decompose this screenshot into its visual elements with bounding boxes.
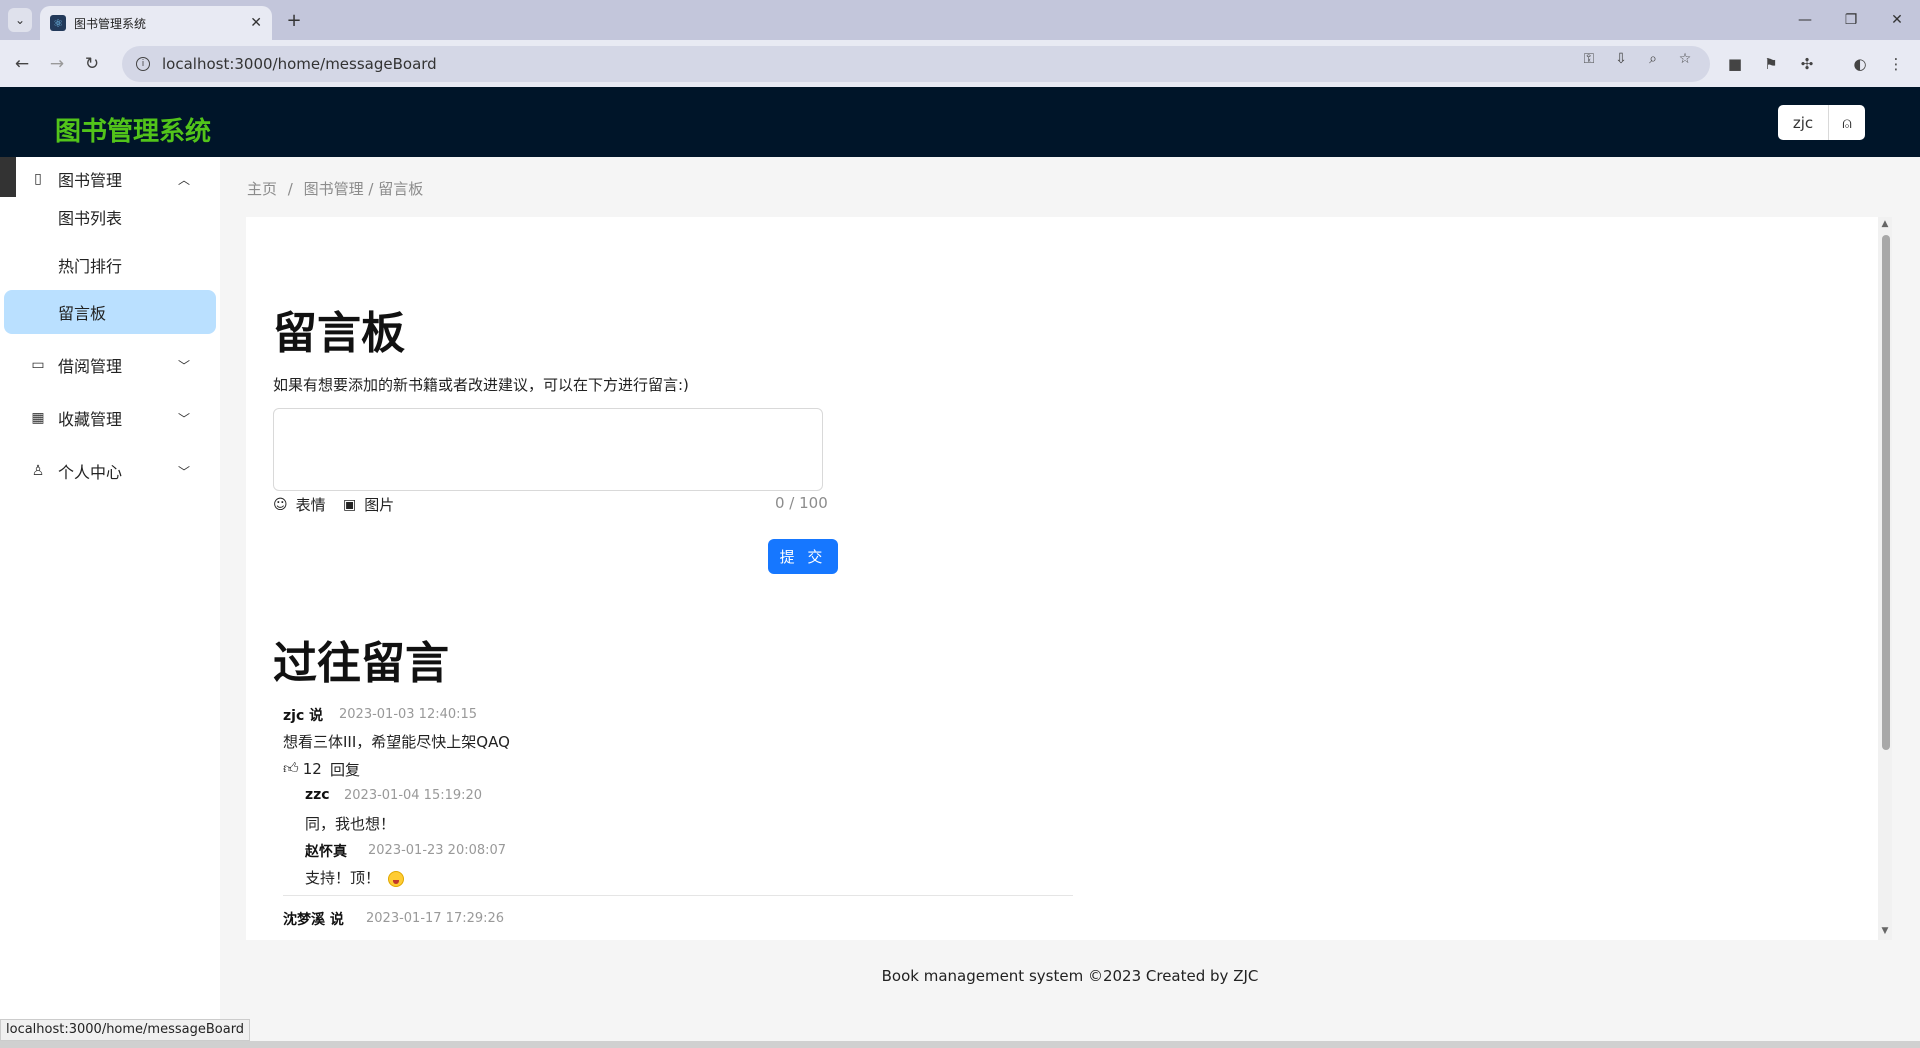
close-window-icon[interactable]: ✕	[1882, 8, 1912, 32]
reply-text: 同，我也想！	[305, 815, 396, 833]
scrollbar-thumb[interactable]	[1882, 235, 1890, 750]
scroll-down-icon[interactable]: ▼	[1879, 926, 1891, 936]
new-tab-icon[interactable]: +	[282, 8, 306, 32]
char-counter: 0 / 100	[775, 494, 828, 512]
address-bar[interactable]: i localhost:3000/home/messageBoard	[122, 46, 1710, 82]
user-box[interactable]: zjc ⍝	[1778, 105, 1865, 140]
laptop-icon: ▭	[31, 357, 45, 373]
sidebar-item-label: 图书管理	[58, 171, 123, 190]
reply-time: 2023-01-04 15:19:20	[344, 788, 483, 803]
footer-text: Book management system ©2023 Created by …	[881, 967, 1259, 985]
sidebar-item-hot-ranking[interactable]: 热门排行	[4, 243, 216, 287]
message-input[interactable]	[273, 408, 823, 491]
reply-text-row: 支持！顶！	[305, 867, 405, 888]
restore-icon[interactable]: ❐	[1836, 8, 1866, 32]
comment-time: 2023-01-03 12:40:15	[339, 707, 478, 722]
sidebar-item-label: 个人中心	[58, 463, 123, 482]
breadcrumb-path: 图书管理 / 留言板	[303, 180, 424, 198]
browser-tabstrip: ⌄ ⚛ 图书管理系统 ✕ + — ❐ ✕	[0, 0, 1920, 40]
sidebar-item-favorites[interactable]: ▦ 收藏管理 ﹀	[0, 396, 220, 440]
user-icon[interactable]: ⍝	[1829, 105, 1865, 140]
minimize-icon[interactable]: —	[1790, 8, 1820, 32]
sidebar-item-message-board[interactable]: 留言板	[4, 290, 216, 334]
reply-button[interactable]: 回复	[330, 759, 360, 780]
site-info-icon[interactable]: i	[136, 57, 150, 71]
emoji-label: 表情	[295, 496, 326, 514]
laughing-emoji-icon	[388, 870, 405, 887]
comment-divider	[283, 895, 1073, 896]
tab-title: 图书管理系统	[74, 16, 147, 31]
page-title: 留言板	[273, 308, 405, 359]
comment-author: zjc 说	[283, 708, 324, 724]
extensions-puzzle-icon[interactable]: ✣	[1795, 52, 1819, 76]
past-messages-title: 过往留言	[273, 638, 449, 689]
tab-close-icon[interactable]: ✕	[250, 15, 262, 31]
profile-avatar-icon[interactable]: ◐	[1848, 52, 1872, 76]
bookmark-star-icon[interactable]: ☆	[1674, 48, 1696, 70]
book-icon: ▯	[34, 171, 42, 187]
sidebar-item-label: 留言板	[58, 304, 107, 323]
browser-toolbar: ← → ↻ i localhost:3000/home/messageBoard…	[0, 40, 1920, 87]
forward-icon[interactable]: →	[43, 50, 71, 78]
sidebar-item-borrow-management[interactable]: ▭ 借阅管理 ﹀	[0, 343, 220, 387]
image-label: 图片	[364, 496, 395, 514]
emoji-button[interactable]: ☺ 表情	[273, 494, 326, 515]
sidebar: ▯ 图书管理 ︿ 图书列表 热门排行 留言板 ▭ 借阅管理 ﹀ ▦ 收藏管理 ﹀…	[0, 157, 220, 1033]
app-logo: 图书管理系统	[55, 117, 212, 147]
comment-author: 沈梦溪 说	[283, 912, 344, 928]
breadcrumb-home[interactable]: 主页	[247, 180, 277, 198]
reply-text: 支持！顶！	[305, 869, 381, 887]
breadcrumb-separator: /	[287, 180, 293, 198]
smile-icon: ☺	[273, 496, 288, 513]
extension-icon[interactable]: ■	[1723, 52, 1747, 76]
chevron-up-icon: ︿	[178, 172, 191, 187]
like-button[interactable]: 👍︎ 12	[283, 759, 322, 778]
reply-author: 赵怀真	[305, 844, 347, 860]
reload-icon[interactable]: ↻	[78, 50, 106, 78]
comment-time: 2023-01-17 17:29:26	[366, 911, 505, 926]
user-icon: ♙	[31, 463, 45, 479]
chevron-down-icon: ﹀	[178, 358, 191, 373]
message-board-panel: 留言板 如果有想要添加的新书籍或者改进建议，可以在下方进行留言:) ☺ 表情 ▣…	[246, 217, 1880, 940]
sidebar-item-label: 热门排行	[58, 257, 123, 276]
status-bar-url: localhost:3000/home/messageBoard	[0, 1019, 251, 1041]
sidebar-item-profile[interactable]: ♙ 个人中心 ﹀	[0, 449, 220, 493]
zoom-icon[interactable]: ⌕	[1642, 48, 1664, 70]
browser-tab[interactable]: ⚛ 图书管理系统 ✕	[40, 6, 272, 40]
reply-author: zzc	[305, 787, 330, 803]
intro-text: 如果有想要添加的新书籍或者改进建议，可以在下方进行留言:)	[273, 376, 689, 394]
image-button[interactable]: ▣ 图片	[343, 494, 394, 515]
app-header: 图书管理系统 zjc ⍝	[0, 87, 1920, 157]
sidebar-item-label: 收藏管理	[58, 410, 123, 429]
tab-search-icon[interactable]: ⌄	[8, 8, 32, 32]
reply-time: 2023-01-23 20:08:07	[368, 843, 507, 858]
reading-list-icon[interactable]: ⚑	[1759, 52, 1783, 76]
submit-button[interactable]: 提 交	[768, 539, 838, 574]
address-url: localhost:3000/home/messageBoard	[162, 55, 437, 73]
image-icon: ▣	[343, 496, 357, 513]
thumbs-up-icon: 👍︎	[283, 759, 299, 777]
chevron-down-icon: ﹀	[178, 464, 191, 479]
sidebar-item-label: 图书列表	[58, 209, 123, 228]
install-app-icon[interactable]: ⇩	[1610, 48, 1632, 70]
sidebar-item-book-list[interactable]: 图书列表	[4, 195, 216, 239]
browser-menu-icon[interactable]: ⋮	[1884, 52, 1908, 76]
password-key-icon[interactable]: ⚿	[1578, 48, 1600, 70]
like-count: 12	[302, 759, 322, 778]
react-favicon-icon: ⚛	[50, 15, 66, 31]
taskbar-strip	[0, 1041, 1920, 1048]
scroll-up-icon[interactable]: ▲	[1879, 219, 1891, 229]
sidebar-item-label: 借阅管理	[58, 357, 123, 376]
chevron-down-icon: ﹀	[178, 411, 191, 426]
username[interactable]: zjc	[1778, 105, 1829, 140]
grid-icon: ▦	[31, 410, 45, 426]
breadcrumb: 主页 / 图书管理 / 留言板	[247, 178, 429, 199]
back-icon[interactable]: ←	[8, 50, 36, 78]
comment-text: 想看三体III，希望能尽快上架QAQ	[283, 733, 510, 751]
